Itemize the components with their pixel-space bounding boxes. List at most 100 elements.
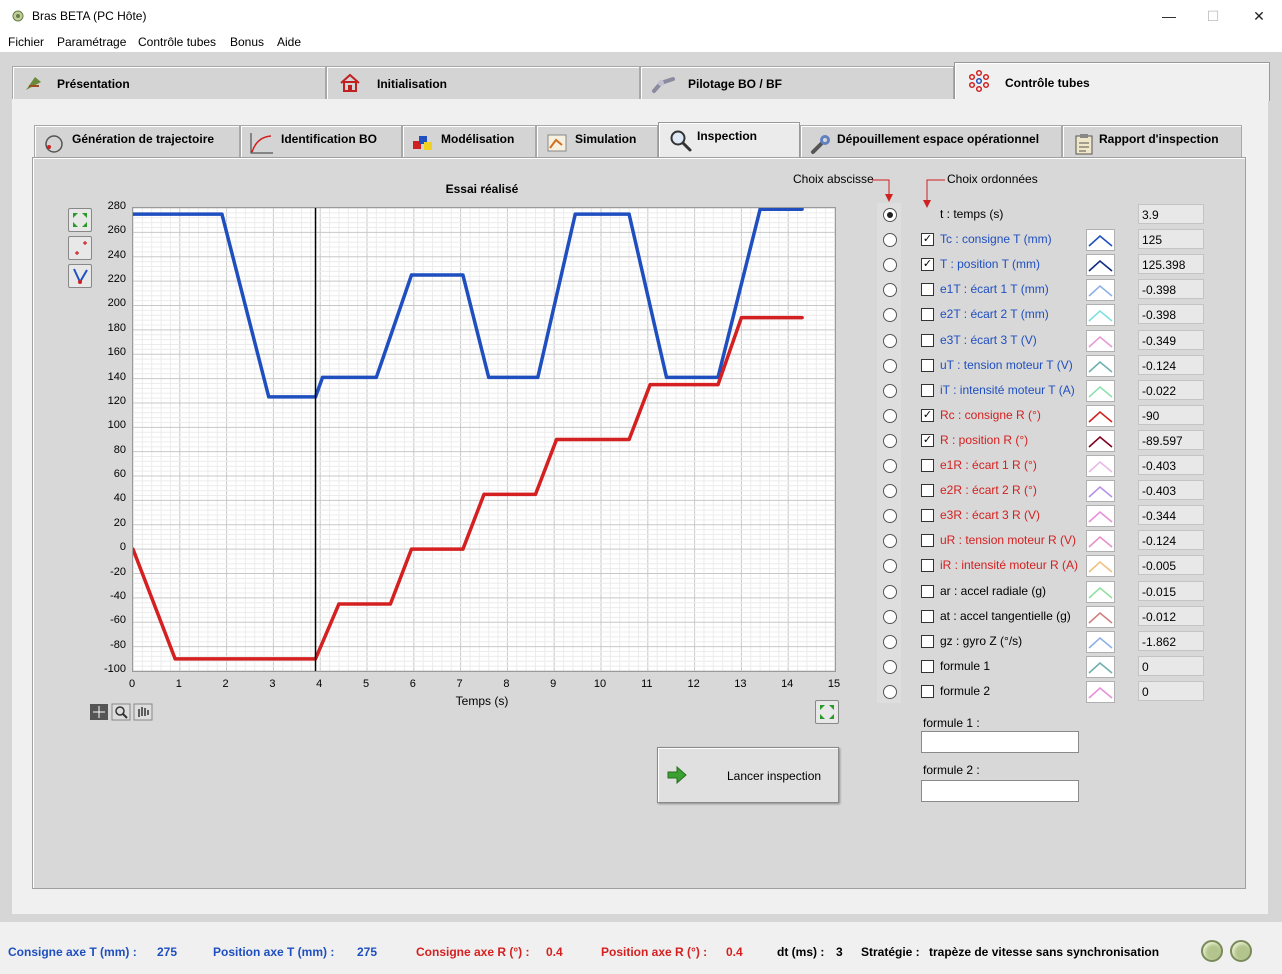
line-style-swatch[interactable]: [1086, 505, 1115, 528]
line-style-swatch[interactable]: [1086, 329, 1115, 352]
line-style-icon: [1088, 435, 1113, 448]
abscissa-radio[interactable]: [883, 484, 897, 499]
line-style-swatch[interactable]: [1086, 555, 1115, 578]
signal-checkbox[interactable]: [921, 659, 934, 673]
menu-bonus[interactable]: Bonus: [230, 35, 264, 49]
signal-checkbox[interactable]: [921, 333, 934, 347]
line-style-swatch[interactable]: [1086, 279, 1115, 302]
subtab-identification-bo[interactable]: Identification BO: [240, 125, 402, 158]
line-style-swatch[interactable]: [1086, 304, 1115, 327]
minimize-button[interactable]: —: [1146, 0, 1192, 32]
subtab-modelisation[interactable]: Modélisation: [402, 125, 536, 158]
tab-label: Présentation: [57, 77, 130, 91]
subtab-rapport-inspection[interactable]: Rapport d'inspection: [1062, 125, 1242, 158]
signal-value: 0: [1138, 680, 1204, 701]
pan-hand-icon[interactable]: [133, 703, 153, 721]
line-style-swatch[interactable]: [1086, 404, 1115, 427]
signal-checkbox[interactable]: [921, 383, 934, 397]
app-icon: [12, 10, 24, 22]
x-tick-label: 10: [593, 678, 607, 690]
signal-checkbox[interactable]: [921, 484, 934, 498]
subtab-simulation[interactable]: Simulation: [536, 125, 658, 158]
tab-pilotage[interactable]: Pilotage BO / BF: [640, 66, 954, 99]
y-tick-label: 60: [113, 468, 126, 481]
line-style-swatch[interactable]: [1086, 580, 1115, 603]
subtab-generation-trajectoire[interactable]: Génération de trajectoire: [34, 125, 240, 158]
signal-checkbox[interactable]: [921, 559, 934, 573]
signal-checkbox[interactable]: ✓: [921, 433, 934, 447]
status-dt-label: dt (ms) :: [777, 945, 825, 959]
close-button[interactable]: ✕: [1236, 0, 1282, 32]
abscissa-radio[interactable]: [883, 684, 897, 699]
tab-controle-tubes[interactable]: Contrôle tubes: [954, 62, 1270, 101]
signal-checkbox[interactable]: [921, 634, 934, 648]
plot-area[interactable]: [131, 207, 836, 672]
signal-checkbox[interactable]: [921, 283, 934, 297]
line-style-swatch[interactable]: [1086, 429, 1115, 452]
abscissa-radio[interactable]: [883, 408, 897, 423]
line-style-swatch[interactable]: [1086, 655, 1115, 678]
abscissa-radio[interactable]: [883, 584, 897, 599]
abscissa-radio[interactable]: [883, 634, 897, 649]
status-bar: Consigne axe T (mm) : 275 Position axe T…: [0, 930, 1282, 974]
abscissa-radio[interactable]: [883, 459, 897, 473]
formula1-label: formule 1 :: [923, 716, 980, 730]
x-tick-label: 3: [269, 678, 276, 690]
signal-checkbox[interactable]: [921, 609, 934, 623]
signal-checkbox[interactable]: [921, 684, 934, 698]
line-style-swatch[interactable]: [1086, 455, 1115, 477]
abscissa-radio[interactable]: [883, 333, 897, 348]
menu-fichier[interactable]: Fichier: [8, 35, 44, 49]
zoom-icon[interactable]: [111, 703, 131, 721]
line-style-swatch[interactable]: [1086, 229, 1115, 252]
cursor-move-icon[interactable]: [89, 703, 109, 721]
series-point-1: [716, 383, 720, 387]
subtab-label: Inspection: [697, 129, 758, 143]
line-style-swatch[interactable]: [1086, 354, 1115, 377]
abscissa-radio[interactable]: [883, 358, 897, 373]
signal-label: uR : tension moteur R (V): [940, 533, 1077, 548]
menu-aide[interactable]: Aide: [277, 35, 301, 49]
signal-checkbox[interactable]: [921, 509, 934, 523]
subtab-depouillement[interactable]: Dépouillement espace opérationnel: [800, 125, 1062, 158]
status-position-r-value: 0.4: [726, 945, 743, 959]
formula2-input[interactable]: [921, 780, 1079, 802]
signal-checkbox[interactable]: [921, 308, 934, 322]
signal-checkbox[interactable]: [921, 534, 934, 548]
line-style-swatch[interactable]: [1086, 680, 1115, 703]
x-tick-label: 11: [641, 678, 653, 690]
signal-checkbox[interactable]: ✓: [921, 408, 934, 422]
fit-graph-button[interactable]: [815, 700, 839, 724]
line-style-icon: [1088, 335, 1113, 348]
menu-parametrage[interactable]: Paramétrage: [57, 35, 126, 49]
subtab-inspection[interactable]: Inspection: [658, 122, 800, 160]
line-style-swatch[interactable]: [1086, 480, 1115, 503]
tab-presentation[interactable]: Présentation: [12, 66, 326, 99]
formula1-input[interactable]: [921, 731, 1079, 753]
abscissa-radio[interactable]: [883, 659, 897, 674]
line-style-swatch[interactable]: [1086, 605, 1115, 628]
subtab-label: Simulation: [575, 132, 637, 146]
line-style-swatch[interactable]: [1086, 530, 1115, 553]
series-point-0: [374, 375, 378, 379]
abscissa-radio[interactable]: [883, 208, 897, 222]
menu-controle-tubes[interactable]: Contrôle tubes: [138, 35, 216, 49]
maximize-button[interactable]: ☐: [1190, 0, 1236, 32]
abscissa-radio[interactable]: [883, 383, 897, 398]
signal-checkbox[interactable]: ✓: [921, 233, 934, 247]
signal-checkbox[interactable]: [921, 584, 934, 598]
tab-initialisation[interactable]: Initialisation: [326, 66, 640, 99]
line-style-swatch[interactable]: [1086, 379, 1115, 402]
series-point-0: [664, 375, 669, 379]
launch-inspection-button[interactable]: Lancer inspection: [657, 747, 839, 803]
line-style-swatch[interactable]: [1086, 254, 1115, 277]
abscissa-radio[interactable]: [883, 433, 897, 448]
line-style-icon: [1088, 636, 1113, 649]
line-style-swatch[interactable]: [1086, 630, 1115, 653]
signal-checkbox[interactable]: [921, 459, 934, 472]
abscissa-radio[interactable]: [883, 609, 897, 624]
abscissa-radio[interactable]: [883, 233, 897, 248]
signal-checkbox[interactable]: [921, 358, 934, 372]
line-style-icon: [1088, 686, 1113, 699]
signal-checkbox[interactable]: ✓: [921, 258, 934, 272]
